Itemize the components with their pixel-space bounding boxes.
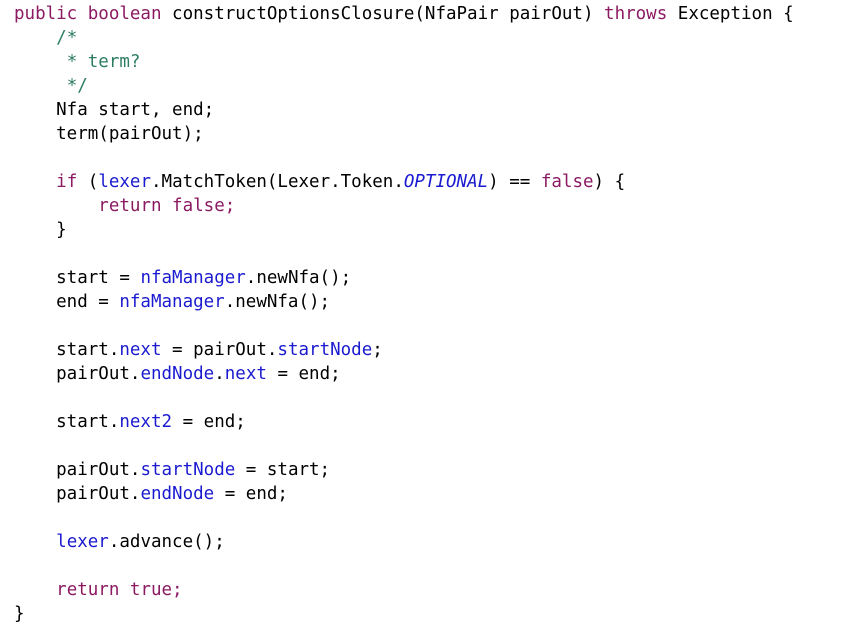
code-token-field: next2 — [119, 412, 173, 432]
code-token-plain: = end; — [266, 364, 341, 384]
code-line: return false; — [14, 194, 865, 218]
code-line: start.next2 = end; — [14, 410, 865, 434]
code-token-plain: ( — [77, 172, 99, 192]
code-token-field: nfaManager — [140, 268, 246, 288]
code-token-plain: Nfa start, end; — [14, 100, 215, 120]
code-token-field: next — [224, 364, 267, 384]
code-token-plain: = start; — [235, 460, 331, 480]
code-line: * term? — [14, 50, 865, 74]
code-token-field: startNode — [277, 340, 373, 360]
code-token-plain: . — [214, 364, 225, 384]
code-line: } — [14, 602, 865, 626]
code-token-plain: start. — [14, 412, 120, 432]
code-line: if (lexer.MatchToken(Lexer.Token.OPTIONA… — [14, 170, 865, 194]
code-token-field: lexer — [98, 172, 151, 192]
code-token-field: endNode — [140, 364, 215, 384]
code-token-field: startNode — [140, 460, 236, 480]
code-token-plain: = end; — [214, 484, 288, 504]
code-line: pairOut.endNode = end; — [14, 482, 865, 506]
code-line: /* — [14, 26, 865, 50]
code-token-keyword: public boolean — [14, 4, 162, 24]
code-token-plain: .advance(); — [108, 532, 225, 552]
code-token-keyword: if — [56, 172, 78, 192]
code-token-plain: ) == — [488, 172, 541, 192]
code-token-plain: = end; — [172, 412, 246, 432]
code-token-plain: } — [14, 220, 67, 240]
code-token-comment: */ — [66, 76, 88, 96]
code-line: */ — [14, 74, 865, 98]
code-line: lexer.advance(); — [14, 530, 865, 554]
code-token-plain: term(pairOut); — [14, 124, 204, 144]
code-line: start = nfaManager.newNfa(); — [14, 266, 865, 290]
code-token-keyword: throws — [604, 4, 668, 24]
code-token-plain: .MatchToken(Lexer.Token. — [151, 172, 404, 192]
code-token-keyword: false — [540, 172, 594, 192]
code-line: pairOut.endNode.next = end; — [14, 362, 865, 386]
code-line: start.next = pairOut.startNode; — [14, 338, 865, 362]
code-token-plain: .newNfa(); — [224, 292, 331, 312]
code-token-comment: /* — [56, 28, 78, 48]
code-token-field: next — [119, 340, 162, 360]
code-line: term(pairOut); — [14, 122, 865, 146]
code-token-field: nfaManager — [119, 292, 225, 312]
code-editor-view[interactable]: public boolean constructOptionsClosure(N… — [0, 0, 865, 630]
code-token-keyword: return false; — [98, 196, 236, 216]
code-token-plain: = pairOut. — [161, 340, 278, 360]
code-token-constant: OPTIONAL — [403, 172, 489, 192]
code-line: return true; — [14, 578, 865, 602]
code-token-plain: start. — [14, 340, 120, 360]
code-token-field: endNode — [140, 484, 215, 504]
code-token-plain: ; — [372, 340, 383, 360]
code-token-comment: * term? — [66, 52, 141, 72]
code-token-plain: end = — [14, 292, 120, 312]
code-token-plain: Exception { — [667, 4, 794, 24]
code-token-plain: .newNfa(); — [245, 268, 352, 288]
code-line: } — [14, 218, 865, 242]
code-token-keyword: return true; — [56, 580, 183, 600]
code-line: public boolean constructOptionsClosure(N… — [14, 2, 865, 26]
code-lines-container: public boolean constructOptionsClosure(N… — [14, 2, 865, 626]
code-token-plain: pairOut. — [14, 460, 141, 480]
code-token-plain: pairOut. — [14, 484, 141, 504]
code-token-plain: ) { — [593, 172, 626, 192]
code-token-plain: } — [14, 604, 25, 624]
code-line: Nfa start, end; — [14, 98, 865, 122]
code-token-plain: constructOptionsClosure(NfaPair pairOut) — [161, 4, 605, 24]
code-token-plain: start = — [14, 268, 141, 288]
code-token-field: lexer — [56, 532, 109, 552]
code-line: end = nfaManager.newNfa(); — [14, 290, 865, 314]
code-line: pairOut.startNode = start; — [14, 458, 865, 482]
code-token-plain: pairOut. — [14, 364, 141, 384]
